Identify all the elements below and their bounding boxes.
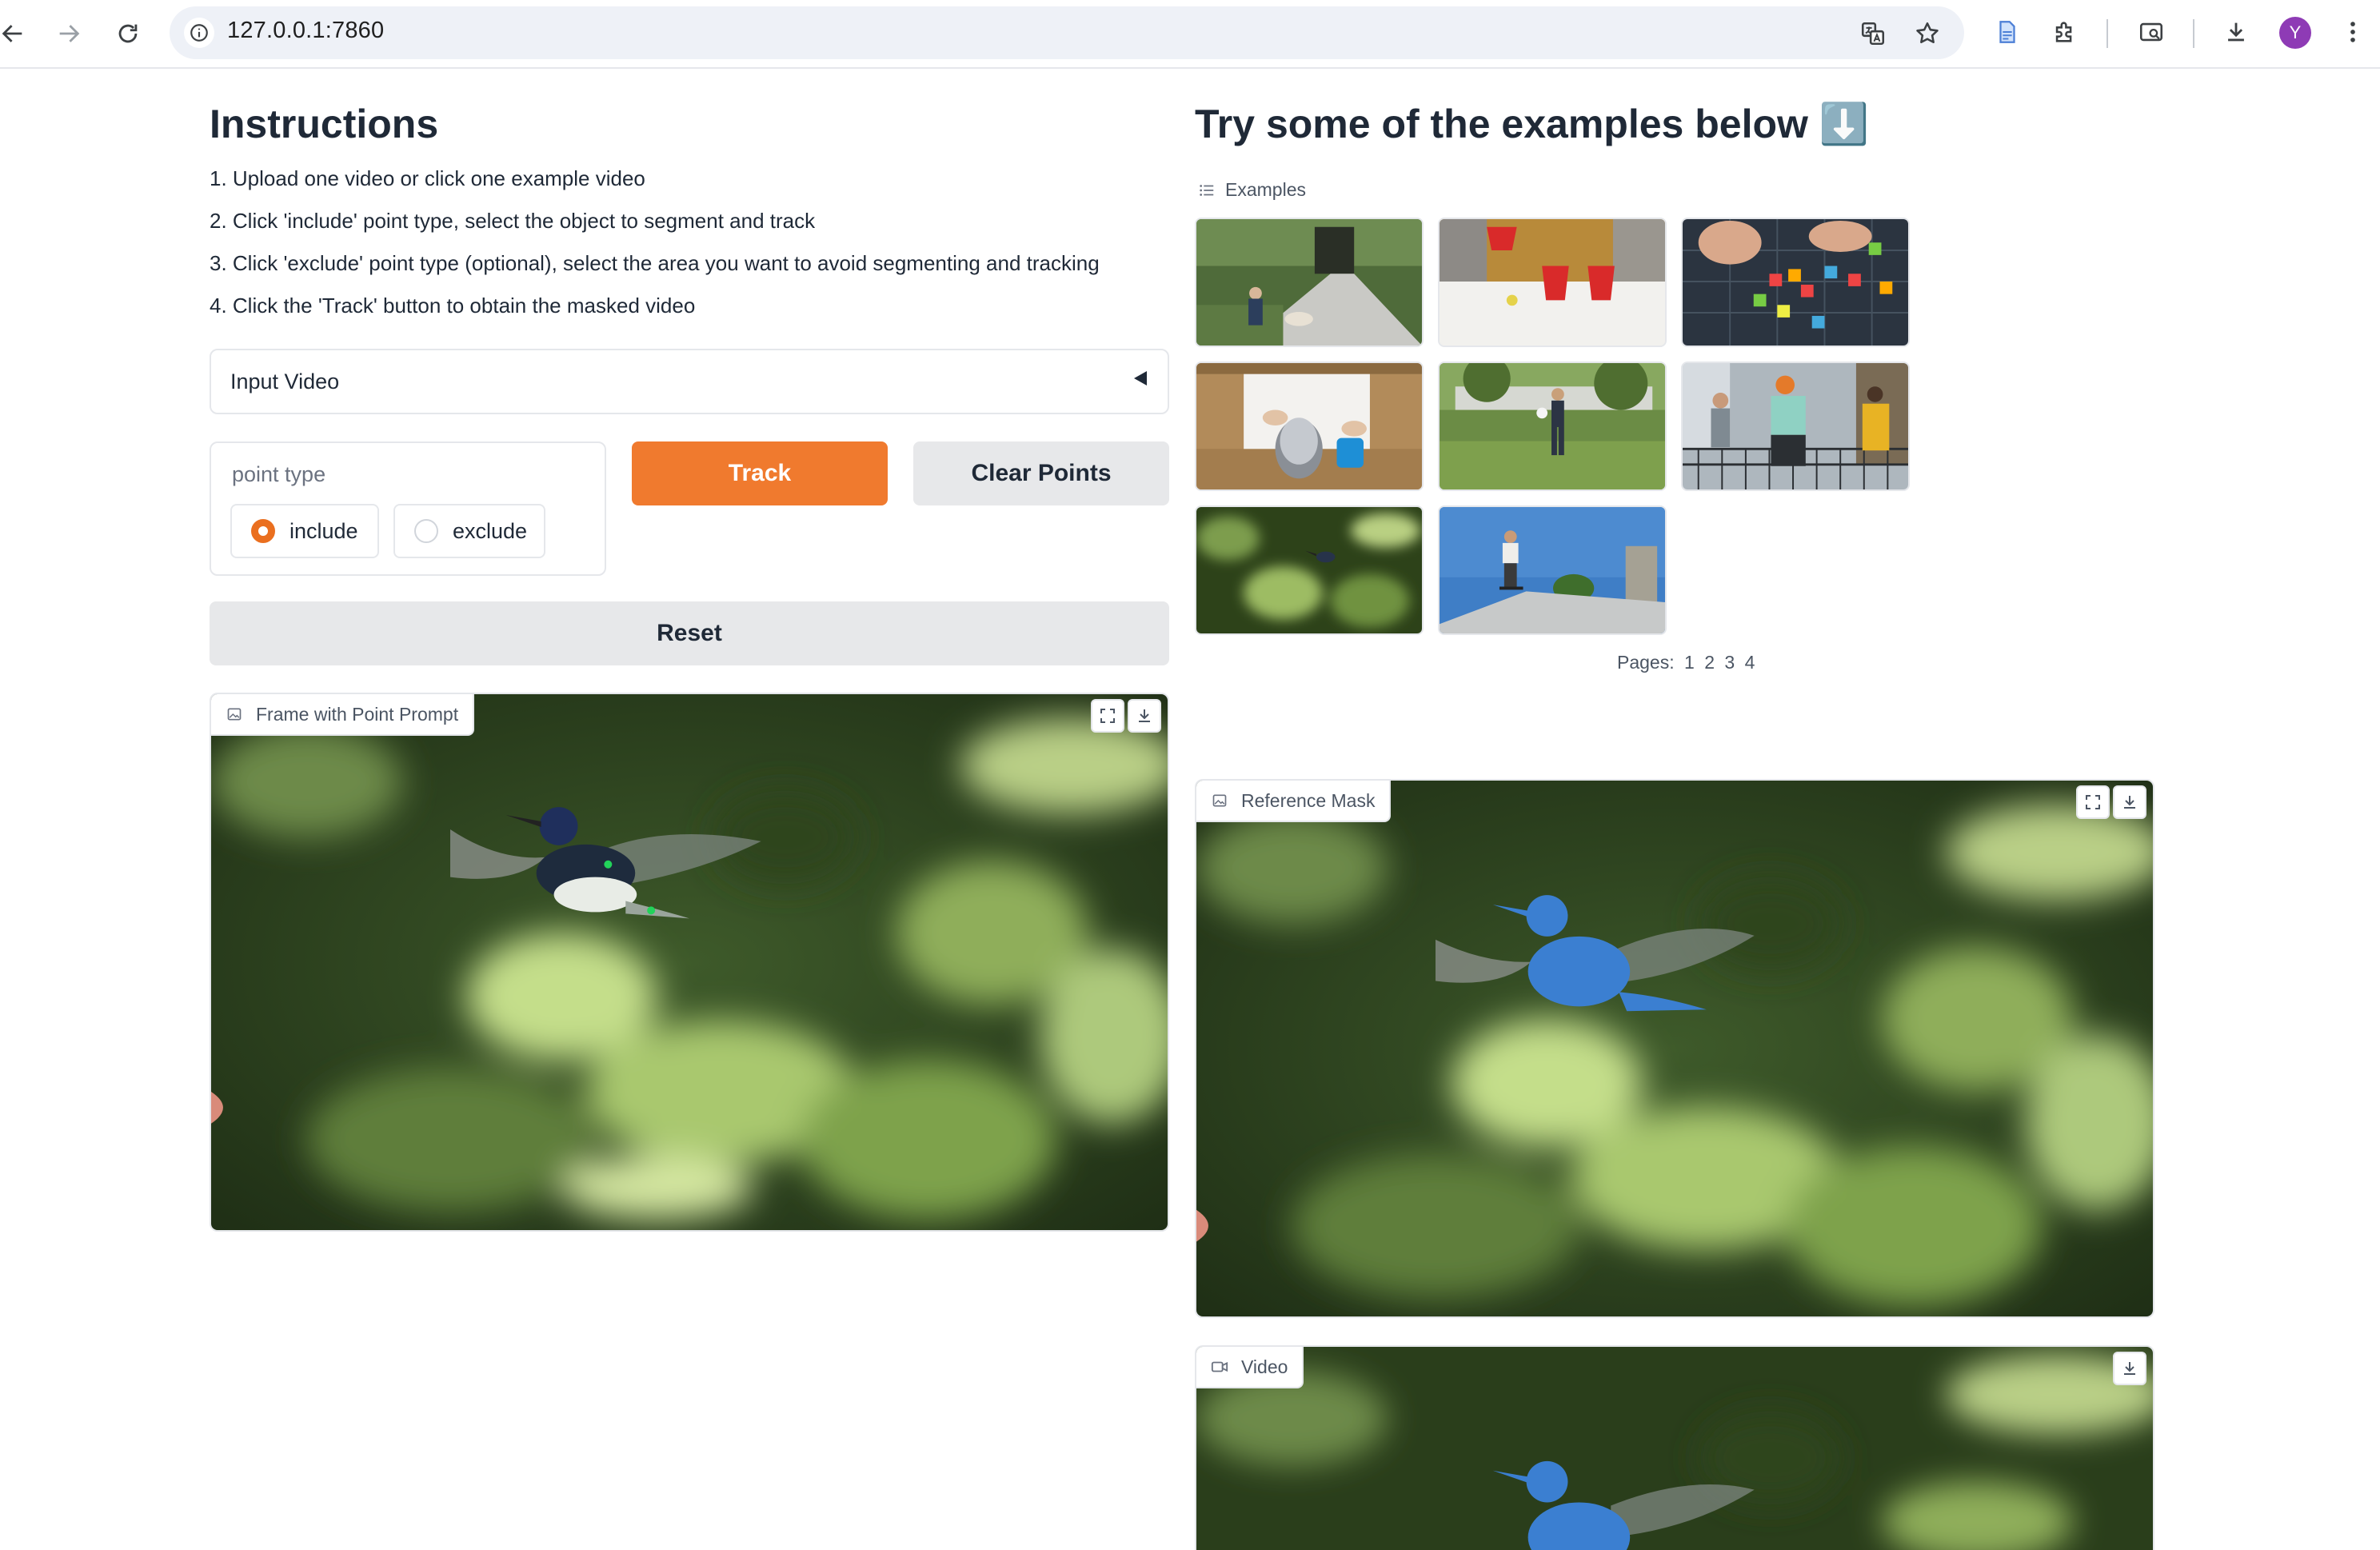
- video-actions: [2106, 1347, 2153, 1388]
- example-thumbnail[interactable]: [1681, 218, 1910, 347]
- reference-mask-panel[interactable]: Reference Mask: [1195, 779, 2154, 1318]
- page-link[interactable]: 2: [1704, 652, 1715, 673]
- example-thumbnail[interactable]: [1438, 505, 1667, 635]
- back-arrow-icon[interactable]: [0, 16, 30, 51]
- document-icon[interactable]: [1991, 16, 2023, 48]
- radio-unselected-icon: [414, 519, 438, 543]
- input-video-label: Input Video: [230, 370, 340, 393]
- example-image-dog-park: [1196, 219, 1422, 346]
- example-thumbnail[interactable]: [1438, 362, 1667, 491]
- download-icon[interactable]: [1128, 699, 1161, 733]
- examples-title: Try some of the examples below ⬇️: [1195, 102, 1870, 146]
- include-radio[interactable]: include: [230, 504, 379, 558]
- reload-icon[interactable]: [110, 16, 146, 51]
- url-text: 127.0.0.1:7860: [227, 18, 385, 43]
- video-label-text: Video: [1241, 1356, 1288, 1377]
- star-icon[interactable]: [1913, 19, 1942, 48]
- example-thumbnail[interactable]: [1681, 362, 1910, 491]
- frame-label: Frame with Point Prompt: [211, 694, 475, 736]
- forward-arrow-icon[interactable]: [51, 16, 86, 51]
- caret-left-icon: [1134, 371, 1147, 386]
- examples-header: Examples: [1198, 179, 1306, 201]
- video-panel[interactable]: Video: [1195, 1345, 2154, 1550]
- example-image-hummingbird: [1196, 507, 1422, 633]
- reference-mask-actions: [2070, 781, 2153, 822]
- instruction-step: 2. Click 'include' point type, select th…: [210, 209, 816, 233]
- image-icon: [1211, 792, 1228, 809]
- video-label: Video: [1196, 1347, 1304, 1388]
- tab-search-icon[interactable]: [2135, 16, 2167, 48]
- frame-label-text: Frame with Point Prompt: [256, 703, 459, 725]
- instruction-step: 1. Upload one video or click one example…: [210, 166, 645, 190]
- browser-toolbar: 127.0.0.1:7860 Y: [0, 0, 2380, 69]
- example-thumbnail[interactable]: [1195, 362, 1424, 491]
- example-image-soccer-juggler: [1440, 363, 1665, 489]
- instructions-title: Instructions: [210, 102, 439, 146]
- point-type-title: point type: [232, 462, 326, 486]
- video-camera-icon: [1211, 1358, 1228, 1376]
- image-icon: [226, 705, 243, 723]
- download-icon[interactable]: [2113, 1352, 2146, 1385]
- exclude-label: exclude: [453, 518, 528, 543]
- example-image-skateboarder: [1440, 507, 1665, 633]
- instruction-step: 4. Click the 'Track' button to obtain th…: [210, 294, 696, 318]
- example-image-dancers: [1683, 363, 1908, 489]
- extensions-icon[interactable]: [2049, 16, 2081, 48]
- address-bar[interactable]: 127.0.0.1:7860: [170, 6, 1964, 59]
- pagination: Pages: 1 2 3 4: [1617, 652, 1755, 673]
- point-type-group: point type include exclude: [210, 441, 606, 576]
- fullscreen-icon[interactable]: [2076, 785, 2110, 819]
- toolbar-divider: [2193, 19, 2194, 48]
- example-thumbnail[interactable]: [1195, 505, 1424, 635]
- more-icon[interactable]: [2337, 16, 2369, 48]
- examples-label: Examples: [1225, 179, 1306, 200]
- exclude-radio[interactable]: exclude: [393, 504, 545, 558]
- list-icon: [1200, 184, 1214, 196]
- translate-icon[interactable]: [1859, 19, 1887, 48]
- track-button[interactable]: Track: [632, 441, 888, 505]
- example-thumbnail[interactable]: [1195, 218, 1424, 347]
- page-link[interactable]: 4: [1745, 652, 1755, 673]
- radio-selected-icon: [251, 519, 275, 543]
- page-link[interactable]: 1: [1684, 652, 1695, 673]
- output-video-player[interactable]: [1196, 1347, 2153, 1550]
- instruction-step: 3. Click 'exclude' point type (optional)…: [210, 251, 1100, 275]
- reference-mask-label: Reference Mask: [1196, 781, 1392, 822]
- input-video-accordion[interactable]: Input Video: [210, 349, 1169, 414]
- page-link[interactable]: 3: [1724, 652, 1735, 673]
- toolbar-divider: [2106, 19, 2108, 48]
- profile-avatar[interactable]: Y: [2279, 17, 2311, 49]
- example-image-red-cups: [1440, 219, 1665, 346]
- info-icon[interactable]: [184, 18, 214, 48]
- download-icon[interactable]: [2113, 785, 2146, 819]
- download-icon[interactable]: [2220, 16, 2252, 48]
- frame-actions: [1084, 694, 1168, 736]
- reference-mask-image[interactable]: [1196, 781, 2153, 1316]
- reset-button[interactable]: Reset: [210, 601, 1169, 665]
- example-thumbnail[interactable]: [1438, 218, 1667, 347]
- pages-label: Pages:: [1617, 652, 1675, 673]
- example-image-letter-blocks: [1683, 219, 1908, 346]
- example-image-kettle: [1196, 363, 1422, 489]
- hummingbird-frame-image[interactable]: [211, 694, 1168, 1230]
- fullscreen-icon[interactable]: [1091, 699, 1124, 733]
- include-label: include: [290, 518, 358, 543]
- reference-mask-label-text: Reference Mask: [1241, 789, 1376, 811]
- frame-with-point-prompt-panel[interactable]: Frame with Point Prompt: [210, 693, 1169, 1232]
- clear-points-button[interactable]: Clear Points: [913, 441, 1169, 505]
